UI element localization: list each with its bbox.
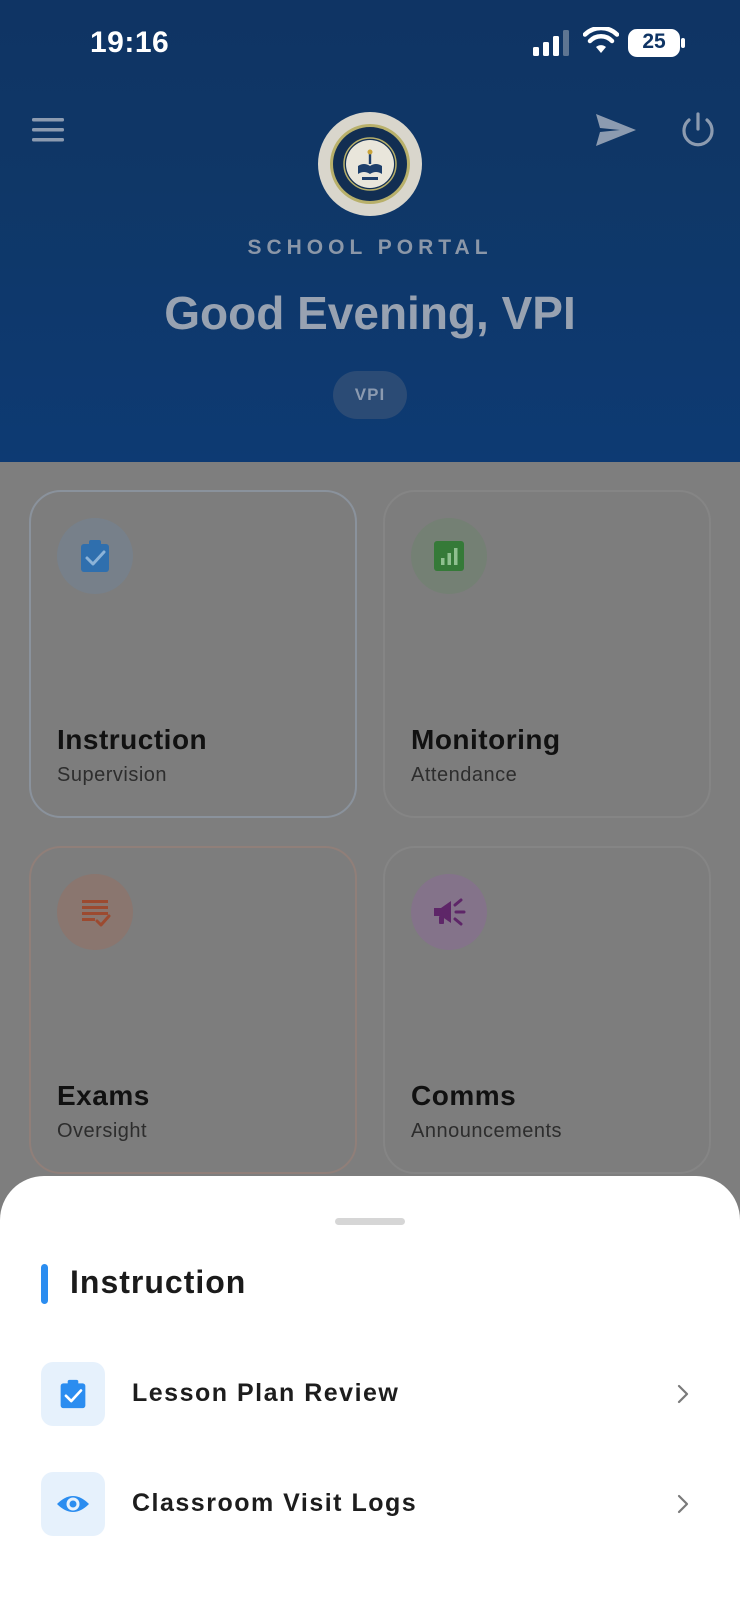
app-screen: 19:16 25 SCHOOL PORTAL Good Evening, VPI… bbox=[0, 0, 740, 1600]
menu-icon[interactable] bbox=[30, 112, 68, 150]
card-title: Comms bbox=[411, 1080, 517, 1111]
sheet-item-label: Classroom Visit Logs bbox=[132, 1489, 418, 1517]
bottom-sheet: Instruction Lesson Plan Review Classroom… bbox=[0, 1176, 740, 1600]
card-subtitle: Attendance bbox=[411, 764, 518, 786]
sheet-drag-handle[interactable] bbox=[335, 1218, 405, 1225]
card-subtitle: Supervision bbox=[57, 764, 168, 786]
eye-icon bbox=[57, 1496, 89, 1512]
card-title: Instruction bbox=[57, 724, 208, 755]
sheet-accent-bar bbox=[41, 1264, 48, 1304]
battery-level: 25 bbox=[642, 30, 666, 53]
power-icon[interactable] bbox=[678, 110, 718, 150]
clipboard-check-icon bbox=[60, 1379, 86, 1409]
sheet-item-lesson-plan-review[interactable]: Lesson Plan Review bbox=[0, 1362, 740, 1432]
sheet-item-classroom-visit-logs[interactable]: Classroom Visit Logs bbox=[0, 1472, 740, 1542]
megaphone-icon bbox=[434, 898, 466, 926]
card-icon-badge bbox=[57, 874, 133, 950]
chevron-right-icon bbox=[677, 1384, 689, 1404]
card-icon-badge bbox=[57, 518, 133, 594]
card-instruction[interactable]: Instruction Supervision bbox=[29, 490, 357, 818]
portal-label: SCHOOL PORTAL bbox=[247, 236, 493, 259]
card-subtitle: Oversight bbox=[57, 1120, 148, 1142]
card-title: Monitoring bbox=[411, 724, 561, 755]
checklist-icon bbox=[82, 900, 111, 927]
card-exams[interactable]: Exams Oversight bbox=[29, 846, 357, 1174]
wifi-icon bbox=[583, 27, 619, 53]
status-bar: 19:16 25 bbox=[0, 0, 740, 90]
role-badge[interactable]: VPI bbox=[333, 371, 407, 419]
sheet-item-label: Lesson Plan Review bbox=[132, 1379, 400, 1407]
card-monitoring[interactable]: Monitoring Attendance bbox=[383, 490, 711, 818]
clipboard-check-icon bbox=[81, 540, 109, 572]
school-logo bbox=[318, 112, 422, 216]
sheet-title: Instruction bbox=[70, 1264, 247, 1300]
card-title: Exams bbox=[57, 1080, 150, 1111]
card-subtitle: Announcements bbox=[411, 1120, 563, 1142]
card-icon-badge bbox=[411, 518, 487, 594]
card-comms[interactable]: Comms Announcements bbox=[383, 846, 711, 1174]
card-icon-badge bbox=[411, 874, 487, 950]
row-icon-tile bbox=[41, 1472, 105, 1536]
status-time: 19:16 bbox=[90, 26, 170, 59]
send-icon[interactable] bbox=[594, 108, 638, 152]
header: 19:16 25 SCHOOL PORTAL Good Evening, VPI… bbox=[0, 0, 740, 462]
bar-chart-icon bbox=[434, 541, 464, 571]
battery-icon: 25 bbox=[628, 29, 686, 57]
cellular-signal-icon bbox=[533, 30, 569, 56]
row-icon-tile bbox=[41, 1362, 105, 1426]
greeting-title: Good Evening, VPI bbox=[164, 287, 576, 339]
chevron-right-icon bbox=[677, 1494, 689, 1514]
